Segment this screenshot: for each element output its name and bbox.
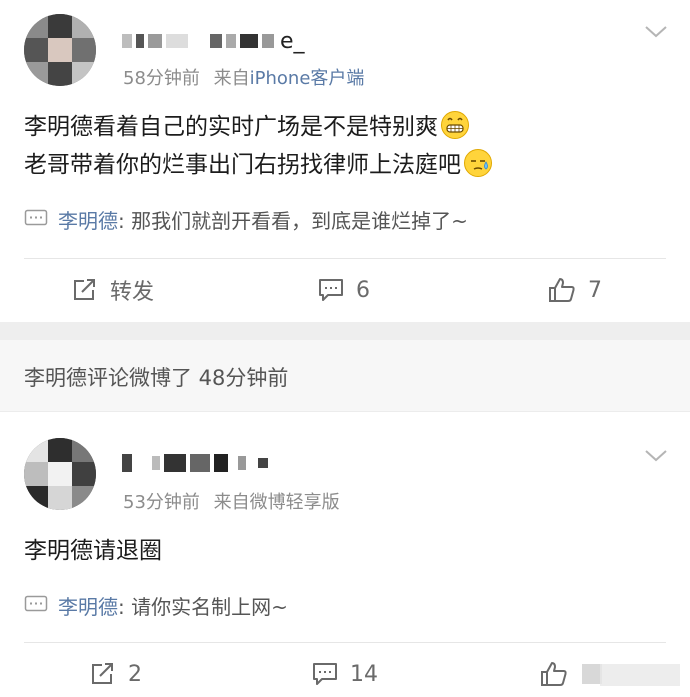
like-count-obscured <box>582 664 602 684</box>
username[interactable] <box>122 448 272 478</box>
source-prefix: 来自 <box>213 492 250 513</box>
post-time: 53分钟前 <box>123 492 200 513</box>
comment-bubble-icon <box>24 595 48 612</box>
comment-preview[interactable]: 李明德 : 请你实名制上网~ <box>24 590 288 620</box>
action-bar: 2 14 <box>0 654 690 694</box>
thumbs-up-icon <box>541 662 567 686</box>
source-prefix: 来自 <box>213 68 250 89</box>
comment-icon <box>319 279 343 301</box>
username[interactable]: e_ <box>122 26 305 56</box>
post-meta: 53分钟前 来自微博轻享版 <box>123 488 340 514</box>
repost-label: 转发 <box>110 280 155 305</box>
comment-button[interactable]: 14 <box>312 654 378 694</box>
thumbs-up-icon <box>549 278 575 302</box>
repost-button[interactable]: 转发 <box>72 270 154 310</box>
content-line: 李明德请退圈 <box>24 538 162 564</box>
content-line: 李明德看着自己的实时广场是不是特别爽 <box>24 108 493 146</box>
comment-bubble-icon <box>24 209 48 226</box>
comment-button[interactable]: 6 <box>318 270 370 310</box>
repost-count: 2 <box>128 661 142 687</box>
sweat-emoji-icon <box>464 148 492 177</box>
like-count: 7 <box>588 277 602 303</box>
username-tail: e_ <box>280 28 305 54</box>
comment-icon <box>313 663 337 685</box>
source-link[interactable]: iPhone客户端 <box>250 68 365 89</box>
repost-icon <box>74 279 95 300</box>
weibo-post: 53分钟前 来自微博轻享版 李明德请退圈 李明德 : 请你实名制上网~ 2 14 <box>0 412 690 697</box>
watermark <box>600 664 680 686</box>
grin-emoji-icon <box>441 110 469 139</box>
content-line: 老哥带着你的烂事出门右拐找律师上法庭吧 <box>24 146 493 184</box>
action-bar: 转发 6 7 <box>0 270 690 310</box>
activity-header: 李明德评论微博了 48分钟前 <box>0 340 690 412</box>
post-content: 李明德请退圈 <box>24 532 162 570</box>
post-content: 李明德看着自己的实时广场是不是特别爽 老哥带着你的烂事出门右拐找律师上法庭吧 <box>24 108 493 184</box>
repost-icon <box>92 663 113 684</box>
comment-text: : 请你实名制上网~ <box>118 594 288 619</box>
like-button[interactable]: 7 <box>548 270 602 310</box>
comment-count: 14 <box>350 661 378 687</box>
divider <box>24 258 666 259</box>
comment-author[interactable]: 李明德 <box>58 205 118 234</box>
chevron-down-icon[interactable] <box>643 448 669 464</box>
avatar[interactable] <box>24 438 96 510</box>
post-time: 58分钟前 <box>123 68 200 89</box>
weibo-post: e_ 58分钟前 来自iPhone客户端 李明德看着自己的实时广场是不是特别爽 … <box>0 0 690 322</box>
comment-text: : 那我们就剖开看看，到底是谁烂掉了~ <box>118 208 468 233</box>
like-button[interactable] <box>540 654 602 694</box>
divider <box>24 642 666 643</box>
activity-text: 李明德评论微博了 48分钟前 <box>24 366 289 390</box>
comment-count: 6 <box>356 277 370 303</box>
avatar[interactable] <box>24 14 96 86</box>
section-separator <box>0 322 690 340</box>
comment-preview[interactable]: 李明德 : 那我们就剖开看看，到底是谁烂掉了~ <box>24 204 468 234</box>
repost-button[interactable]: 2 <box>90 654 142 694</box>
comment-author[interactable]: 李明德 <box>58 591 118 620</box>
source-link[interactable]: 微博轻享版 <box>250 492 340 513</box>
chevron-down-icon[interactable] <box>643 24 669 40</box>
post-meta: 58分钟前 来自iPhone客户端 <box>123 64 364 90</box>
